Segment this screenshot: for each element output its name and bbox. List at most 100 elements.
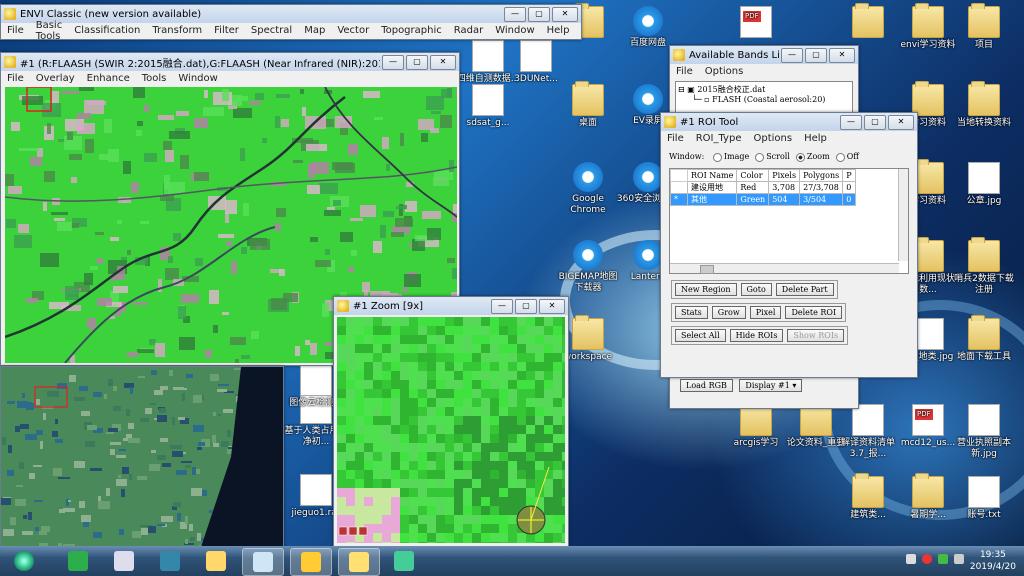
main-menu-topographic[interactable]: Topographic	[381, 25, 442, 36]
minimize-button[interactable]: —	[382, 54, 404, 70]
taskbar-remote-button[interactable]	[196, 548, 236, 574]
image-menu-enhance[interactable]: Enhance	[87, 73, 130, 84]
desktop-icon[interactable]: 百度网盘	[616, 6, 680, 49]
main-menu-spectral[interactable]: Spectral	[251, 25, 292, 36]
radio-image[interactable]	[712, 152, 722, 162]
desktop-icon[interactable]: BIGEMAP地图下载器	[556, 240, 620, 294]
desktop-icon[interactable]: envi学习资料	[896, 3, 960, 51]
maximize-button[interactable]: ▢	[406, 54, 428, 70]
close-button[interactable]: ✕	[539, 298, 565, 314]
desktop-icon[interactable]: 公章.jpg	[952, 162, 1016, 207]
goto-button[interactable]: Goto	[740, 282, 772, 296]
title-bar[interactable]: ENVI Classic (new version available) — ▢…	[1, 5, 581, 23]
main-menu-transform[interactable]: Transform	[152, 25, 202, 36]
main-menu-radar[interactable]: Radar	[454, 25, 483, 36]
zoom-image[interactable]	[337, 317, 565, 543]
clock[interactable]: 19:35 2019/4/20	[970, 549, 1016, 573]
main-menu-map[interactable]: Map	[304, 25, 325, 36]
roi-row[interactable]: 建设用地 Red 3,708 27/3,708 0	[670, 180, 856, 194]
vertical-scrollbar[interactable]	[898, 168, 908, 261]
close-button[interactable]: ✕	[552, 6, 578, 22]
bands-menu-options[interactable]: Options	[705, 66, 744, 77]
main-menu-help[interactable]: Help	[547, 25, 570, 36]
main-menu-vector[interactable]: Vector	[337, 25, 369, 36]
main-menu-basic-tools[interactable]: Basic Tools	[36, 20, 62, 42]
title-bar[interactable]: Available Bands List — ▢ ✕	[670, 46, 858, 64]
load-rgb-button[interactable]: Load RGB	[680, 379, 733, 392]
main-menu-window[interactable]: Window	[495, 25, 534, 36]
taskbar-start-button[interactable]	[4, 548, 44, 574]
radio-off[interactable]	[835, 152, 845, 162]
scroll-thumb[interactable]	[700, 264, 714, 274]
radio-scroll[interactable]	[755, 152, 765, 162]
roi-menu-help[interactable]: Help	[804, 133, 827, 144]
main-menu-filter[interactable]: Filter	[214, 25, 239, 36]
show-rois-button[interactable]: Show ROIs	[787, 328, 845, 342]
tree-root-item[interactable]: ⊟ ▣ 2015融合校正.dat	[678, 84, 850, 95]
scroll-overview-image[interactable]	[1, 367, 283, 550]
desktop-icon[interactable]: arcgis学习	[724, 401, 788, 449]
desktop-icon[interactable]: 当地转换资料	[952, 81, 1016, 129]
roi-menu-roi-type[interactable]: ROI_Type	[696, 133, 742, 144]
desktop-icon[interactable]: 哨兵2数据下载注册	[952, 237, 1016, 296]
desktop-icon[interactable]: 暑期学...	[896, 473, 960, 521]
minimize-button[interactable]: —	[504, 6, 526, 22]
taskbar-explorer-button[interactable]	[242, 548, 284, 576]
desktop-icon[interactable]: Google Chrome	[556, 162, 620, 216]
maximize-button[interactable]: ▢	[805, 47, 827, 63]
desktop-icon[interactable]: sdsat_g...	[456, 84, 520, 129]
minimize-button[interactable]: —	[491, 298, 513, 314]
main-menu-classification[interactable]: Classification	[74, 25, 140, 36]
display-select[interactable]: Display #1 ▾	[739, 379, 803, 392]
roi-row[interactable]: * 其他 Green 504 3/504 0	[670, 192, 856, 206]
bands-menu-file[interactable]: File	[676, 66, 693, 77]
grow-button[interactable]: Grow	[711, 305, 746, 319]
tray-network-icon[interactable]	[938, 554, 948, 564]
desktop-icon[interactable]: 营业执照副本 新.jpg	[952, 404, 1016, 460]
tray-cloud-icon[interactable]	[906, 554, 916, 564]
taskbar-map-button[interactable]	[384, 548, 424, 574]
close-button[interactable]: ✕	[829, 47, 855, 63]
desktop-icon[interactable]: 四维自测数据...	[456, 40, 520, 85]
select-all-button[interactable]: Select All	[675, 328, 726, 342]
new-region-button[interactable]: New Region	[675, 282, 737, 296]
desktop-icon[interactable]: 地面下载工具	[952, 315, 1016, 363]
close-button[interactable]: ✕	[888, 114, 914, 130]
minimize-button[interactable]: —	[781, 47, 803, 63]
tray-volume-icon[interactable]	[954, 554, 964, 564]
stats-button[interactable]: Stats	[675, 305, 708, 319]
maximize-button[interactable]: ▢	[515, 298, 537, 314]
main-menu-file[interactable]: File	[7, 25, 24, 36]
minimize-button[interactable]: —	[840, 114, 862, 130]
delete-roi-button[interactable]: Delete ROI	[785, 305, 843, 319]
desktop-icon[interactable]	[724, 6, 788, 40]
title-bar[interactable]: #1 (R:FLAASH (SWIR 2:2015融合.dat),G:FLAAS…	[1, 53, 459, 71]
maximize-button[interactable]: ▢	[528, 6, 550, 22]
taskbar-360-button[interactable]	[58, 548, 98, 574]
image-menu-overlay[interactable]: Overlay	[36, 73, 75, 84]
title-bar[interactable]: #1 Zoom [9x] — ▢ ✕	[334, 297, 568, 315]
roi-menu-options[interactable]: Options	[753, 133, 792, 144]
title-bar[interactable]: #1 ROI Tool — ▢ ✕	[661, 113, 917, 131]
image-menu-window[interactable]: Window	[178, 73, 217, 84]
close-button[interactable]: ✕	[430, 54, 456, 70]
taskbar-calc-button[interactable]	[150, 548, 190, 574]
pixel-button[interactable]: Pixel	[749, 305, 782, 319]
desktop-icon[interactable]: 项目	[952, 3, 1016, 51]
desktop-icon[interactable]: 建筑类...	[836, 473, 900, 521]
desktop-icon[interactable]: 桌面	[556, 81, 620, 129]
taskbar-wps-button[interactable]	[104, 548, 144, 574]
radio-zoom[interactable]	[795, 152, 805, 162]
hide-rois-button[interactable]: Hide ROIs	[729, 328, 784, 342]
desktop-icon[interactable]: mcd12_us...	[896, 404, 960, 449]
taskbar-envi-button[interactable]	[338, 548, 380, 576]
roi-menu-file[interactable]: File	[667, 133, 684, 144]
tree-band-item[interactable]: └─ ▫ FLASH (Coastal aerosol:20)	[678, 95, 850, 104]
desktop-icon[interactable]	[836, 3, 900, 40]
desktop-icon[interactable]: 账号.txt	[952, 476, 1016, 521]
horizontal-scrollbar[interactable]	[670, 262, 899, 274]
tray-360-icon[interactable]	[922, 554, 932, 564]
desktop-icon[interactable]: 解译资料清单3.7_报...	[836, 404, 900, 460]
maximize-button[interactable]: ▢	[864, 114, 886, 130]
image-menu-file[interactable]: File	[7, 73, 24, 84]
